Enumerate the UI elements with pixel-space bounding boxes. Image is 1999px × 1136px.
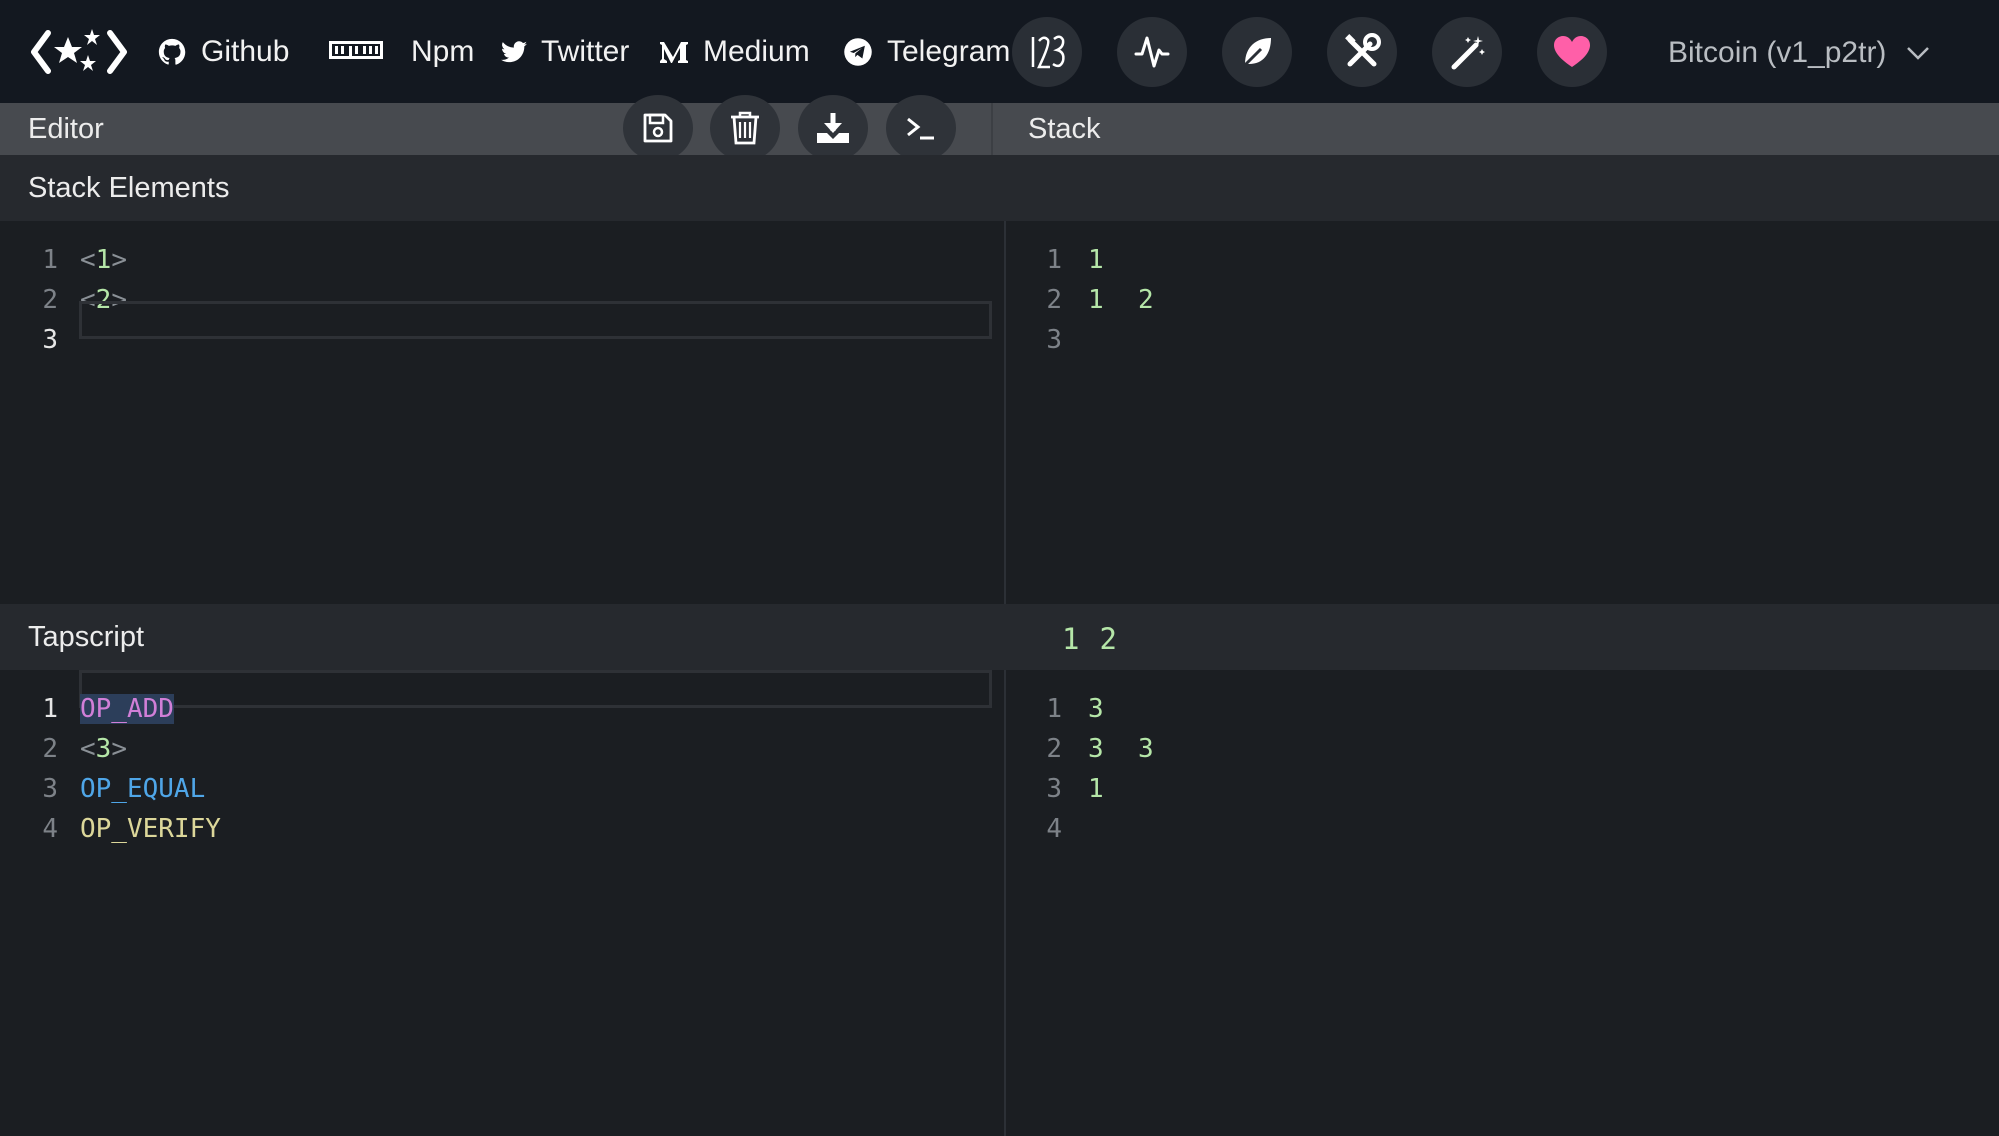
opcode-token: OP_ADD [80,694,174,724]
sponsor-button[interactable] [1537,17,1607,87]
code-line: 3 [0,320,58,360]
stack-line: 1 1 [1006,240,1103,280]
line-number: 1 [42,694,58,724]
save-icon [643,113,673,143]
terminal-icon [907,117,934,140]
magic-wand-icon [1451,36,1485,70]
magic-wand-button[interactable] [1432,17,1502,87]
opcode-token: OP_VERIFY [80,814,221,844]
nav-link-label: Npm [411,35,475,68]
pane-divider[interactable] [1004,670,1006,1136]
terminal-button[interactable] [886,95,956,161]
code-line: 4 OP_VERIFY [0,809,221,849]
github-icon [158,38,186,65]
tapscript-editor[interactable]: 1 OP_ADD 2 <3> 3 OP_EQUAL 4 OP_VERIFY [0,670,1004,1136]
stack-elements-editor[interactable]: 1 <1> 2 <2> 3 [0,221,1004,604]
initial-stack: 1 2 [1062,619,1117,659]
logo-icon[interactable] [30,25,128,79]
editor-title: Editor [28,112,104,145]
nav-link-label: Github [201,35,290,68]
initial-stack-value: 2 [1099,622,1117,656]
line-number: 3 [42,774,58,804]
header-divider [991,103,993,155]
line-number: 2 [1046,285,1062,315]
heart-icon [1554,36,1590,67]
top-navbar: Github Npm Twitter Medium Telegram Bitco… [0,0,1999,103]
current-line-highlight [79,670,992,708]
line-number: 4 [1046,814,1062,844]
stack-line: 1 3 [1006,689,1103,729]
stack-line: 2 1 2 [1006,280,1153,320]
stack-line: 2 3 3 [1006,729,1153,769]
chevron-down-icon [1907,47,1930,60]
stack-line: 4 [1006,809,1062,849]
tapscript-result: 1 3 2 3 3 3 1 4 [1006,670,1999,1136]
tools-button[interactable] [1327,17,1397,87]
line-number: 3 [1046,325,1062,355]
pulse-button[interactable] [1117,17,1187,87]
twitter-icon [501,41,527,63]
line-number: 1 [1046,694,1062,724]
stack-values: 3 [1088,694,1105,724]
pane-divider[interactable] [1004,221,1006,604]
trash-icon [731,111,759,145]
network-select-label: Bitcoin (v1_p2tr) [1668,36,1887,69]
telegram-icon [844,38,872,66]
stack-elements-result: 1 1 2 1 2 3 [1006,221,1999,604]
download-button[interactable] [798,95,868,161]
nav-link-twitter[interactable]: Twitter [501,26,629,78]
code-line: 2 <2> [0,280,127,320]
stack-header: Stack [992,103,1999,155]
clear-button[interactable] [710,95,780,161]
leaf-icon [1241,38,1271,69]
initial-stack-value: 1 [1062,622,1080,656]
stack-elements-header: Stack Elements [0,155,1999,221]
stack-line: 3 1 [1006,769,1103,809]
line-number: 3 [1046,774,1062,804]
nav-link-label: Medium [703,35,810,68]
medium-icon [660,42,688,63]
current-line-highlight [79,301,992,339]
stack-elements-title: Stack Elements [28,171,230,204]
line-number: 2 [42,285,58,315]
line-number: 2 [42,734,58,764]
line-number: 1 [1046,245,1062,275]
nav-link-github[interactable]: Github [157,26,289,78]
literal-token: 3 [95,734,112,764]
tapscript-title: Tapscript [28,620,145,653]
code-line: 3 OP_EQUAL [0,769,205,809]
line-number: 3 [42,325,58,355]
numbers-button[interactable] [1012,17,1082,87]
nav-link-telegram[interactable]: Telegram [843,26,1010,78]
stack-values: 1 [1088,774,1105,804]
nav-link-medium[interactable]: Medium [659,26,810,78]
stack-values: 1 [1088,245,1105,275]
nav-link-label: Telegram [887,35,1011,68]
line-number: 1 [42,245,58,275]
stack-line: 3 [1006,320,1062,360]
download-icon [817,113,849,143]
code-line: 1 OP_ADD [0,689,174,729]
code-line: 1 <1> [0,240,127,280]
nav-link-label: Twitter [541,35,630,68]
pulse-icon [1134,36,1170,68]
nav-link-npm[interactable]: Npm [329,26,474,78]
line-number: 2 [1046,734,1062,764]
tapscript-header: Tapscript [0,604,1999,670]
network-select[interactable]: Bitcoin (v1_p2tr) [1668,28,1930,78]
stack-element-value: 1 [95,245,112,275]
stack-title: Stack [1028,112,1101,145]
opcode-token: OP_EQUAL [80,774,206,804]
numbers-icon [1031,35,1065,69]
stack-values: 3 3 [1088,734,1155,764]
npm-icon [329,41,383,59]
save-button[interactable] [623,95,693,161]
tools-icon [1345,33,1381,67]
line-number: 4 [42,814,58,844]
code-line: 2 <3> [0,729,127,769]
leaf-button[interactable] [1222,17,1292,87]
stack-values: 1 2 [1088,285,1155,315]
